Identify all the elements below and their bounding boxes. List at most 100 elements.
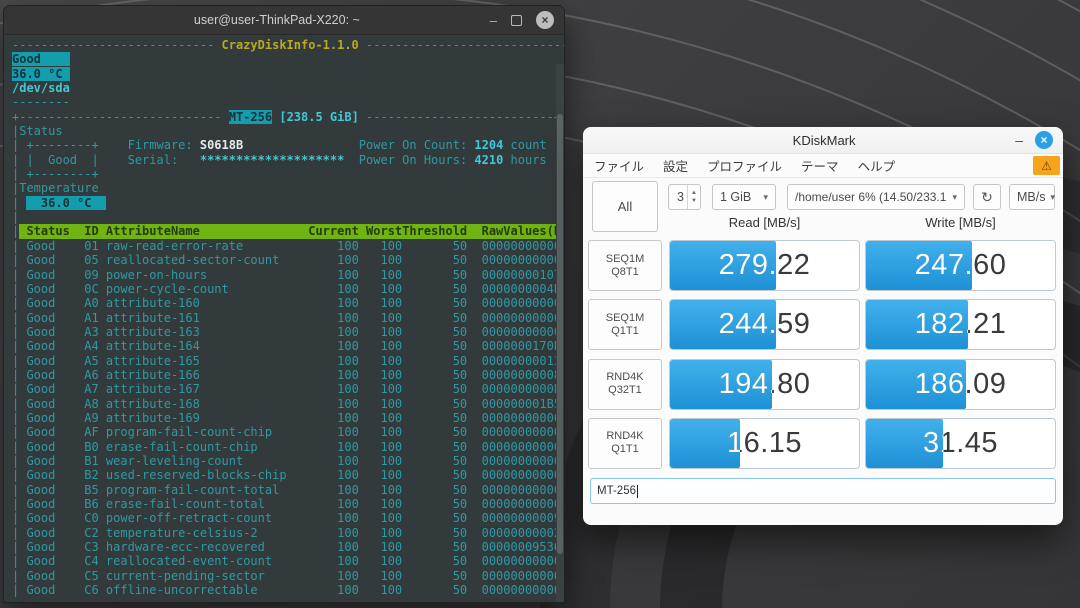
write-bar: 31.4531.45 [865, 418, 1056, 469]
menu-item-settings[interactable]: 設定 [663, 156, 688, 175]
smart-table-row: | Good C3 hardware-ecc-recovered 100 100… [12, 540, 564, 554]
test-row: SEQ1MQ1T1244.59244.59182.21182.21 [583, 299, 1063, 350]
smart-table-row: | Good A3 attribute-163 100 100 50 00000… [12, 325, 564, 339]
smart-table-row: | Good A0 attribute-160 100 100 50 00000… [12, 296, 564, 310]
loop-count-spinner[interactable]: 3 ▲ ▼ [668, 184, 701, 210]
terminal-text: ---------------------------- CrazyDiskIn… [12, 38, 564, 597]
smart-table-row: | Good A7 attribute-167 100 100 50 00000… [12, 382, 564, 396]
test-label-button[interactable]: RND4KQ32T1 [588, 359, 662, 410]
kdiskmark-minimize-button[interactable]: – [1015, 132, 1023, 148]
text-caret [637, 485, 638, 498]
unit-select[interactable]: MB/s ▾ [1009, 184, 1055, 210]
terminal-text-segment: |Temperature [12, 181, 99, 195]
menu-item-help[interactable]: ヘルプ [858, 156, 896, 175]
terminal-text-segment: Serial: [128, 153, 200, 167]
kdiskmark-close-button[interactable]: × [1035, 131, 1053, 149]
kdiskmark-titlebar[interactable]: KDiskMark – × [583, 127, 1063, 154]
warning-icon: ⚠ [1041, 159, 1052, 173]
terminal-line: 36.0 °C [12, 67, 564, 81]
smart-table-row-text: Good A4 attribute-164 100 100 50 0000000… [19, 339, 561, 353]
terminal-body: ---------------------------- CrazyDiskIn… [4, 35, 564, 603]
smart-table-row-text: Good A1 attribute-161 100 100 50 0000000… [19, 311, 561, 325]
terminal-text-segment: | +--------+ [12, 167, 99, 181]
smart-table-row-text: Good 01 raw-read-error-rate 100 100 50 0… [19, 239, 561, 253]
smart-table-row: | Good A8 attribute-168 100 100 50 00000… [12, 397, 564, 411]
maximize-icon [511, 15, 522, 26]
terminal-text-segment: ---------------------------- [359, 38, 564, 52]
terminal-close-button[interactable]: × [536, 11, 554, 29]
smart-table-row: | Good 05 reallocated-sector-count 100 1… [12, 253, 564, 267]
spinner-arrows[interactable]: ▲ ▼ [687, 185, 700, 209]
menu-item-file[interactable]: ファイル [594, 156, 644, 175]
terminal-line: | +--------+ [12, 167, 564, 181]
test-name-line1: RND4K [606, 371, 643, 384]
terminal-scrollbar[interactable] [556, 64, 564, 603]
smart-table-row: | Good AF program-fail-count-chip 100 10… [12, 425, 564, 439]
smart-table-row: | Good 09 power-on-hours 100 100 50 0000… [12, 268, 564, 282]
write-bar: 247.60247.60 [865, 240, 1056, 291]
smart-table-row-text: Good A0 attribute-160 100 100 50 0000000… [19, 296, 561, 310]
terminal-text-segment: S0618B [200, 138, 243, 152]
terminal-maximize-button[interactable] [511, 15, 522, 26]
test-row: RND4KQ32T1194.80194.80186.09186.09 [583, 359, 1063, 410]
terminal-titlebar[interactable]: user@user-ThinkPad-X220: ~ – × [4, 6, 564, 35]
smart-table-row-text: Good C5 current-pending-sector 100 100 5… [19, 569, 561, 583]
terminal-text-segment: | +--------+ [12, 138, 128, 152]
smart-table-row: | Good C6 offline-uncorrectable 100 100 … [12, 583, 564, 597]
test-label-button[interactable]: SEQ1MQ1T1 [588, 299, 662, 350]
terminal-line: | +--------+ Firmware: S0618B Power On C… [12, 138, 564, 152]
smart-table-row-text: Good C0 power-off-retract-count 100 100 … [19, 511, 561, 525]
smart-table-row: | Good A9 attribute-169 100 100 50 00000… [12, 411, 564, 425]
terminal-line: ---------------------------- CrazyDiskIn… [12, 38, 564, 52]
warning-button[interactable]: ⚠ [1033, 156, 1060, 175]
smart-table-row: | Good C4 reallocated-event-count 100 10… [12, 554, 564, 568]
terminal-line: |Temperature [12, 181, 564, 195]
terminal-line: /dev/sda [12, 81, 564, 95]
terminal-line: |Status [12, 124, 564, 138]
write-bar: 182.21182.21 [865, 299, 1056, 350]
terminal-text-segment: 1204 [474, 138, 503, 152]
terminal-text-segment: 36.0 °C [26, 196, 105, 210]
terminal-title: user@user-ThinkPad-X220: ~ [4, 13, 480, 27]
test-label-button[interactable]: SEQ1MQ8T1 [588, 240, 662, 291]
block-size-value: 1 GiB [720, 190, 751, 204]
smart-table-row-text: Good B2 used-reserved-blocks-chip 100 10… [19, 468, 561, 482]
terminal-text-segment: Good [12, 52, 70, 66]
terminal-text-segment: Firmware: [128, 138, 200, 152]
spinner-down-icon[interactable]: ▼ [688, 197, 700, 205]
menu-item-profile[interactable]: プロファイル [707, 156, 782, 175]
terminal-text-segment: CrazyDiskInfo-1.1.0 [222, 38, 359, 52]
chevron-down-icon: ▾ [947, 192, 957, 203]
terminal-line: | | Good | Serial: ******************** … [12, 153, 564, 167]
test-row: RND4KQ1T116.1516.1531.4531.45 [583, 418, 1063, 469]
test-name-line1: SEQ1M [606, 312, 645, 325]
block-size-select[interactable]: 1 GiB ▾ [712, 184, 776, 210]
smart-table-row-text: Good A7 attribute-167 100 100 50 0000000… [19, 382, 561, 396]
smart-table-row-text: Good 0C power-cycle-count 100 100 50 000… [19, 282, 561, 296]
smart-table-row: | Good B1 wear-leveling-count 100 100 50… [12, 454, 564, 468]
name-input[interactable]: MT-256 [590, 478, 1056, 504]
refresh-button[interactable]: ↻ [973, 184, 1001, 210]
terminal-minimize-button[interactable]: – [490, 14, 497, 27]
terminal-text-segment: MT-256 [229, 110, 272, 124]
terminal-scrollbar-thumb[interactable] [557, 114, 563, 554]
all-button[interactable]: All [592, 181, 658, 232]
menu-item-theme[interactable]: テーマ [801, 156, 839, 175]
spinner-up-icon[interactable]: ▲ [688, 189, 700, 197]
terminal-text-segment [243, 138, 359, 152]
terminal-text-segment: --------------------------+ [359, 110, 561, 124]
terminal-text-segment: +---------------------------- [12, 110, 229, 124]
terminal-line: -------- [12, 95, 564, 109]
terminal-text-segment: |Status [12, 124, 63, 138]
smart-table-header: | Status ID AttributeName Current WorstT… [12, 224, 564, 238]
target-select[interactable]: /home/user 6% (14.50/233.18 G ▾ [787, 184, 965, 210]
target-value: /home/user 6% (14.50/233.18 G [795, 190, 947, 204]
smart-table-row-text: Good C4 reallocated-event-count 100 100 … [19, 554, 561, 568]
read-bar: 279.22279.22 [669, 240, 860, 291]
smart-table-row: | Good 0C power-cycle-count 100 100 50 0… [12, 282, 564, 296]
test-label-button[interactable]: RND4KQ1T1 [588, 418, 662, 469]
smart-table-row-text: Good B1 wear-leveling-count 100 100 50 0… [19, 454, 561, 468]
smart-table-row: | Good A5 attribute-165 100 100 50 00000… [12, 354, 564, 368]
read-bar: 194.80194.80 [669, 359, 860, 410]
table-border: | [12, 224, 19, 238]
